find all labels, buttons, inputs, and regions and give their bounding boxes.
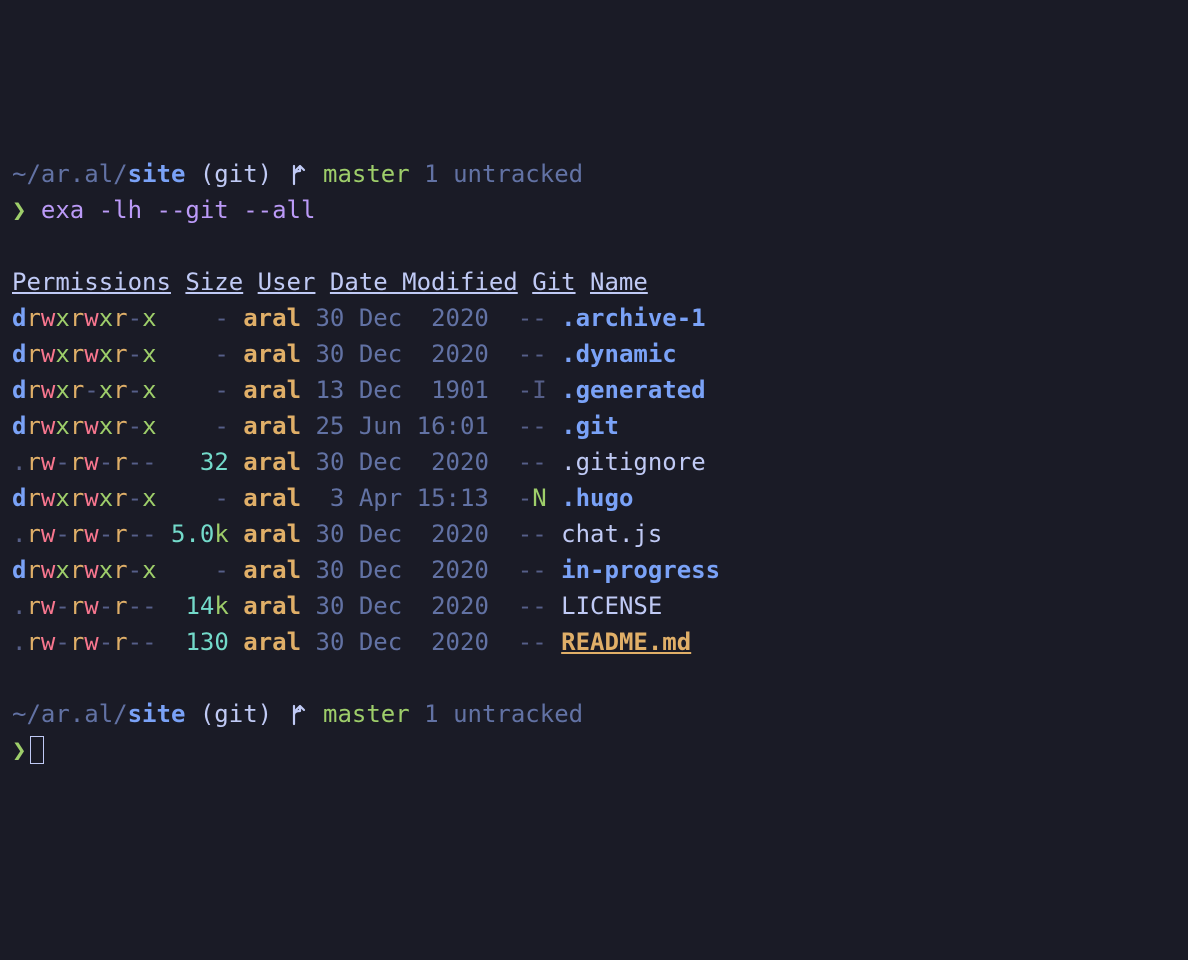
file-name: .hugo: [561, 484, 633, 512]
ahead-count: 1: [424, 160, 438, 188]
user: aral: [243, 484, 301, 512]
date: 30 Dec 2020: [315, 340, 488, 368]
file-name: LICENSE: [561, 592, 662, 620]
date: 30 Dec 2020: [316, 592, 489, 620]
file-row: drwxr-xr-x - aral 13 Dec 1901 -I .genera…: [12, 372, 1176, 408]
file-name: .archive-1: [561, 304, 706, 332]
command-line[interactable]: ❯ exa -lh --git --all: [12, 192, 1176, 228]
file-name: .gitignore: [561, 448, 706, 476]
current-dir: site: [128, 700, 186, 728]
file-row: .rw-rw-r-- 130 aral 30 Dec 2020 -- READM…: [12, 624, 1176, 660]
user: aral: [243, 520, 301, 548]
date: 30 Dec 2020: [315, 556, 488, 584]
current-dir: site: [128, 160, 186, 188]
git-branch-icon: [289, 703, 307, 727]
git-status: untracked: [453, 160, 583, 188]
branch-name: master: [323, 160, 410, 188]
blank-line: [12, 228, 1176, 264]
col-user: User: [258, 268, 316, 296]
user: aral: [243, 304, 301, 332]
user: aral: [243, 376, 301, 404]
user: aral: [243, 556, 301, 584]
file-row: drwxrwxr-x - aral 25 Jun 16:01 -- .git: [12, 408, 1176, 444]
terminal-output[interactable]: ~/ar.al/site (git) master 1 untracked❯ e…: [12, 156, 1176, 768]
prompt-line: ~/ar.al/site (git) master 1 untracked: [12, 696, 1176, 732]
file-row: .rw-rw-r-- 14k aral 30 Dec 2020 -- LICEN…: [12, 588, 1176, 624]
date: 25 Jun 16:01: [315, 412, 488, 440]
file-row: drwxrwxr-x - aral 30 Dec 2020 -- .dynami…: [12, 336, 1176, 372]
col-size: Size: [185, 268, 243, 296]
path-prefix: ~/ar.al/: [12, 700, 128, 728]
date: 30 Dec 2020: [316, 520, 489, 548]
vcs-label: (git): [200, 700, 272, 728]
file-row: .rw-rw-r-- 5.0k aral 30 Dec 2020 -- chat…: [12, 516, 1176, 552]
path-prefix: ~/ar.al/: [12, 160, 128, 188]
col-name: Name: [590, 268, 648, 296]
file-name: .git: [561, 412, 619, 440]
date: 13 Dec 1901: [315, 376, 488, 404]
command-line[interactable]: ❯: [12, 732, 1176, 768]
cursor: [30, 736, 44, 764]
file-row: .rw-rw-r-- 32 aral 30 Dec 2020 -- .gitig…: [12, 444, 1176, 480]
col-permissions: Permissions: [12, 268, 171, 296]
date: 30 Dec 2020: [315, 304, 488, 332]
file-name: .dynamic: [561, 340, 677, 368]
prompt-char: ❯: [12, 196, 26, 224]
git-branch-icon: [289, 163, 307, 187]
file-name: .generated: [561, 376, 706, 404]
date: 30 Dec 2020: [316, 628, 489, 656]
vcs-label: (git): [200, 160, 272, 188]
command-text: exa -lh --git --all: [41, 196, 316, 224]
user: aral: [243, 448, 301, 476]
col-git: Git: [532, 268, 575, 296]
git-status: untracked: [453, 700, 583, 728]
prompt-line: ~/ar.al/site (git) master 1 untracked: [12, 156, 1176, 192]
ahead-count: 1: [424, 700, 438, 728]
user: aral: [243, 412, 301, 440]
col-date: Date Modified: [330, 268, 518, 296]
user: aral: [243, 628, 301, 656]
file-name: in-progress: [561, 556, 720, 584]
file-name: README.md: [561, 628, 691, 656]
branch-name: master: [323, 700, 410, 728]
prompt-char: ❯: [12, 736, 26, 764]
file-row: drwxrwxr-x - aral 30 Dec 2020 -- .archiv…: [12, 300, 1176, 336]
table-header: Permissions Size User Date Modified Git …: [12, 264, 1176, 300]
date: 3 Apr 15:13: [315, 484, 488, 512]
blank-line: [12, 660, 1176, 696]
file-name: chat.js: [561, 520, 662, 548]
user: aral: [243, 340, 301, 368]
file-row: drwxrwxr-x - aral 3 Apr 15:13 -N .hugo: [12, 480, 1176, 516]
user: aral: [243, 592, 301, 620]
date: 30 Dec 2020: [316, 448, 489, 476]
file-row: drwxrwxr-x - aral 30 Dec 2020 -- in-prog…: [12, 552, 1176, 588]
